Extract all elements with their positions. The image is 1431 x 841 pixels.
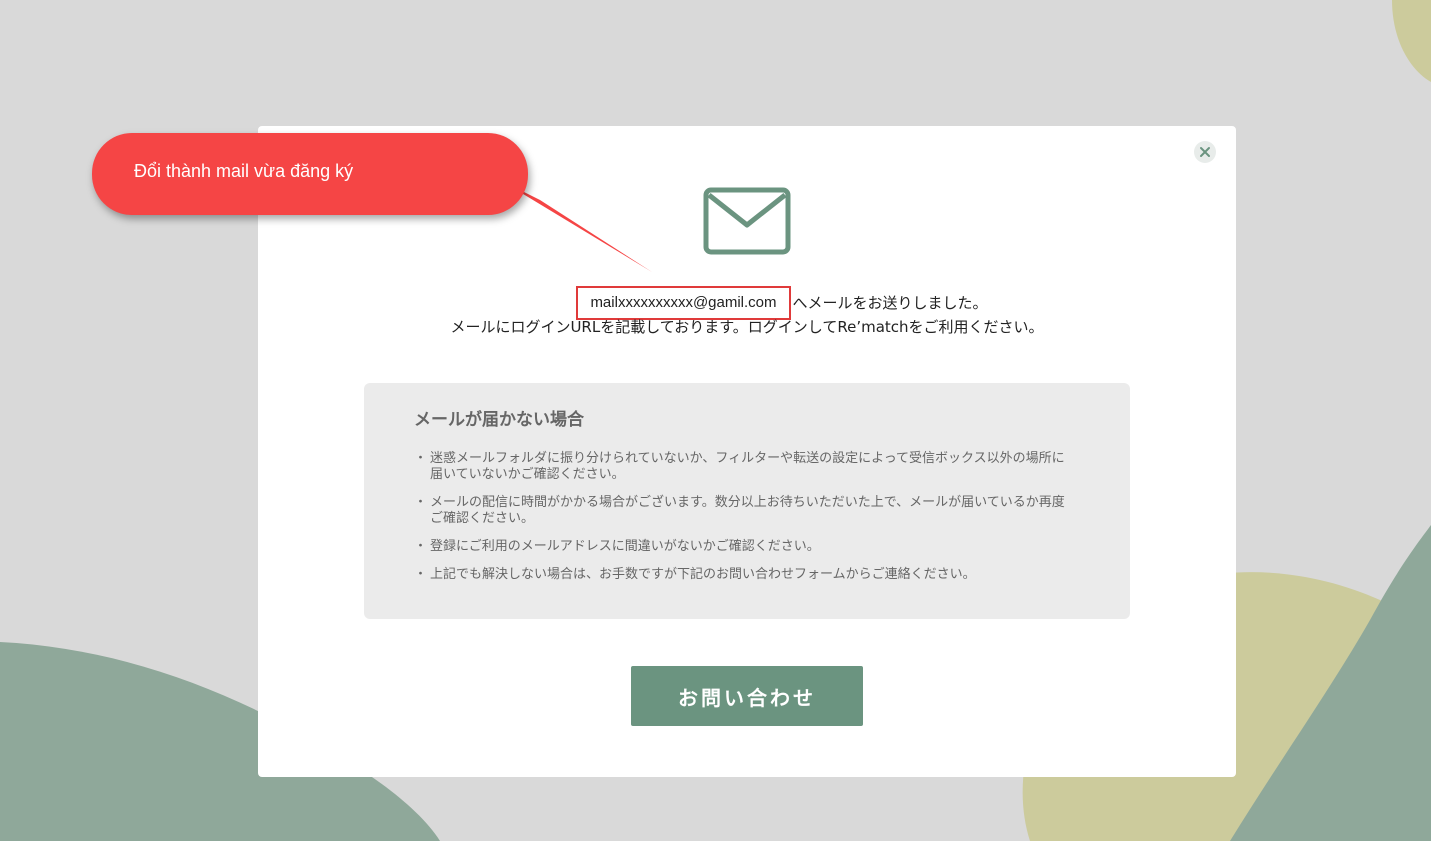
help-list: 迷惑メールフォルダに振り分けられていないか、フィルターや転送の設定によって受信ボ… <box>414 451 1074 595</box>
help-item: 上記でも解決しない場合は、お手数ですが下記のお問い合わせフォームからご連絡くださ… <box>414 567 1074 583</box>
help-panel: メールが届かない場合 迷惑メールフォルダに振り分けられていないか、フィルターや転… <box>364 383 1130 619</box>
help-title: メールが届かない場合 <box>414 410 584 430</box>
help-item: 登録にご利用のメールアドレスに間違いがないかご確認ください。 <box>414 539 1074 555</box>
help-item: メールの配信に時間がかかる場合がございます。数分以上お待ちいただいた上で、メール… <box>414 495 1074 527</box>
close-icon <box>1200 147 1210 157</box>
login-instruction: メールにログインURLを記載しております。ログインしてRe’matchをご利用く… <box>450 318 1044 336</box>
email-sent-modal: mailxxxxxxxxxx@gamil.com へメールをお送りしました。 メー… <box>258 126 1236 777</box>
envelope-icon <box>703 187 791 255</box>
close-button[interactable] <box>1194 141 1216 163</box>
callout-text: Đổi thành mail vừa đăng ký <box>134 161 354 181</box>
email-address: mailxxxxxxxxxx@gamil.com <box>576 286 791 320</box>
page-background: mailxxxxxxxxxx@gamil.com へメールをお送りしました。 メー… <box>0 0 1431 841</box>
email-sent-suffix: へメールをお送りしました。 <box>792 294 988 312</box>
contact-button[interactable]: お問い合わせ <box>631 666 863 726</box>
help-item: 迷惑メールフォルダに振り分けられていないか、フィルターや転送の設定によって受信ボ… <box>414 451 1074 483</box>
olive-shape-top-right <box>1392 0 1431 82</box>
annotation-callout: Đổi thành mail vừa đăng ký <box>92 133 528 215</box>
email-sent-message: mailxxxxxxxxxx@gamil.com へメールをお送りしました。 <box>258 286 1236 320</box>
